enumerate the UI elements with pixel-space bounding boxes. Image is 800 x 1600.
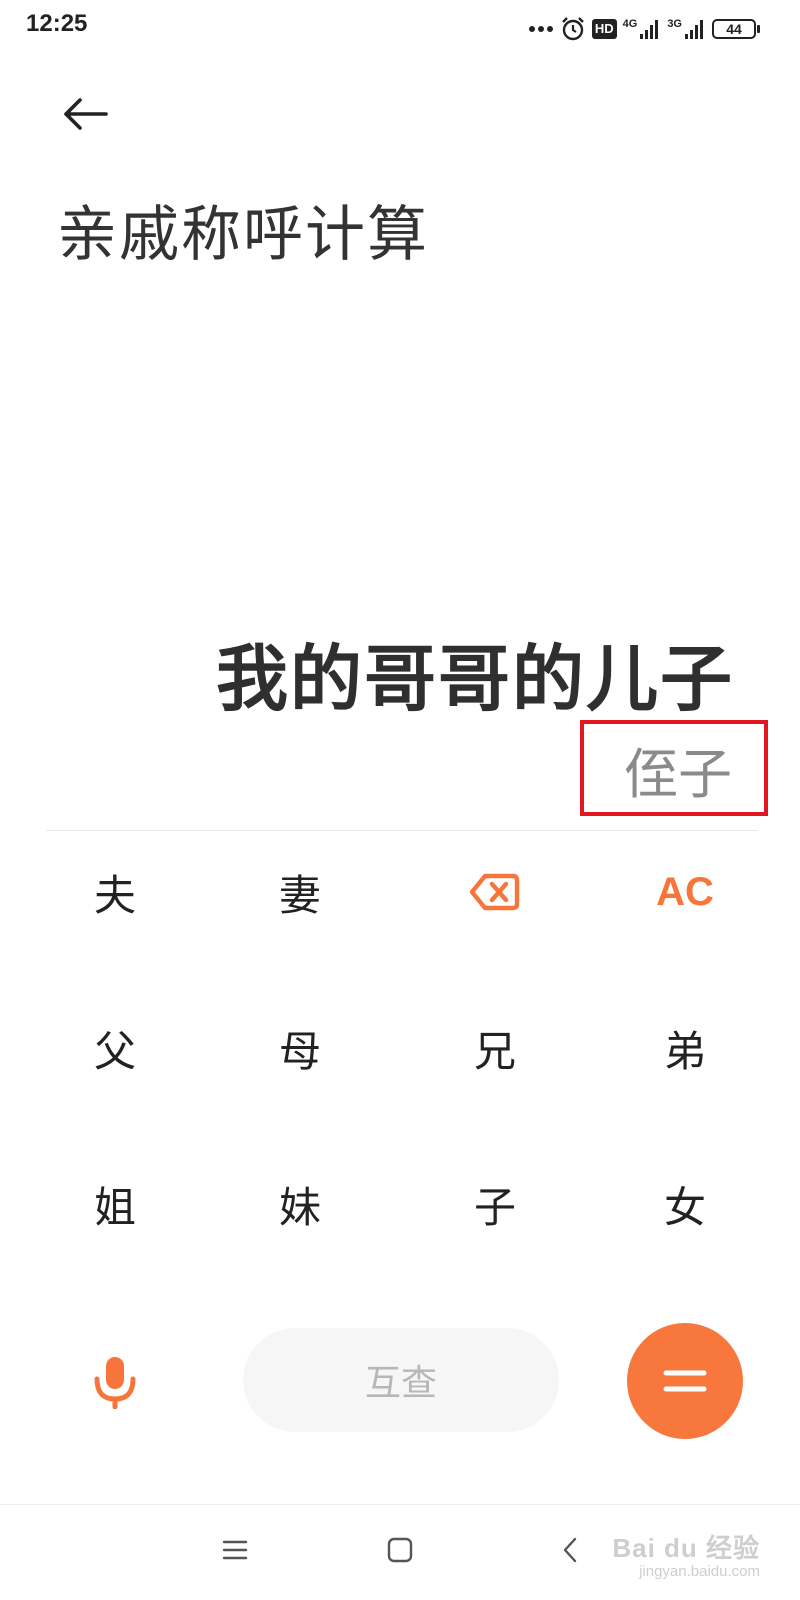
key-husband[interactable]: 夫 xyxy=(20,822,210,962)
nav-menu-button[interactable] xyxy=(205,1530,265,1570)
network-label-3g: 3G xyxy=(667,18,682,30)
back-button[interactable] xyxy=(60,92,110,136)
home-square-icon xyxy=(387,1537,413,1563)
equals-button[interactable] xyxy=(627,1323,743,1439)
signal-3g-icon: 3G xyxy=(667,18,706,40)
nav-divider xyxy=(0,1504,800,1505)
battery-level: 44 xyxy=(726,21,742,37)
key-younger-sister[interactable]: 妹 xyxy=(205,1134,395,1274)
chevron-left-icon xyxy=(563,1537,577,1563)
key-older-sister[interactable]: 姐 xyxy=(20,1134,210,1274)
alarm-icon xyxy=(561,17,584,41)
signal-4g-icon: 4G xyxy=(623,18,662,40)
mutual-lookup-button[interactable]: 互查 xyxy=(243,1328,559,1432)
delete-button[interactable] xyxy=(400,822,590,962)
result-display: 侄子 xyxy=(624,743,732,806)
watermark-top: Bai du 经验 xyxy=(612,1533,760,1563)
back-arrow-icon xyxy=(64,98,108,130)
page-title: 亲戚称呼计算 xyxy=(57,200,429,270)
key-wife[interactable]: 妻 xyxy=(205,822,395,962)
key-father[interactable]: 父 xyxy=(20,978,210,1118)
baidu-jingyan-watermark: Bai du 经验 jingyan.baidu.com xyxy=(612,1528,760,1580)
key-older-brother[interactable]: 兄 xyxy=(400,978,590,1118)
key-son[interactable]: 子 xyxy=(400,1134,590,1274)
nav-home-button[interactable] xyxy=(370,1530,430,1570)
backspace-icon xyxy=(469,873,520,911)
menu-icon xyxy=(222,1540,248,1560)
status-time: 12:25 xyxy=(26,10,88,37)
battery-icon: 44 xyxy=(712,19,760,39)
equals-icon xyxy=(663,1370,707,1392)
network-label-4g: 4G xyxy=(622,18,638,30)
key-daughter[interactable]: 女 xyxy=(590,1134,780,1274)
voice-input-button[interactable] xyxy=(75,1332,155,1432)
app-screen: 12:25 HD 4G 3G 44 亲戚称呼计算 我的哥哥的儿子 侄子 夫 妻 … xyxy=(0,0,800,1600)
microphone-icon xyxy=(94,1357,136,1409)
key-mother[interactable]: 母 xyxy=(205,978,395,1118)
expression-display: 我的哥哥的儿子 xyxy=(215,637,734,721)
nav-back-button[interactable] xyxy=(540,1530,600,1570)
watermark-url: jingyan.baidu.com xyxy=(639,1563,760,1580)
clear-all-button[interactable]: AC xyxy=(590,822,780,962)
more-dots-icon xyxy=(528,26,553,32)
status-icons: HD 4G 3G 44 xyxy=(528,14,760,44)
key-younger-brother[interactable]: 弟 xyxy=(590,978,780,1118)
hd-icon: HD xyxy=(591,19,617,39)
